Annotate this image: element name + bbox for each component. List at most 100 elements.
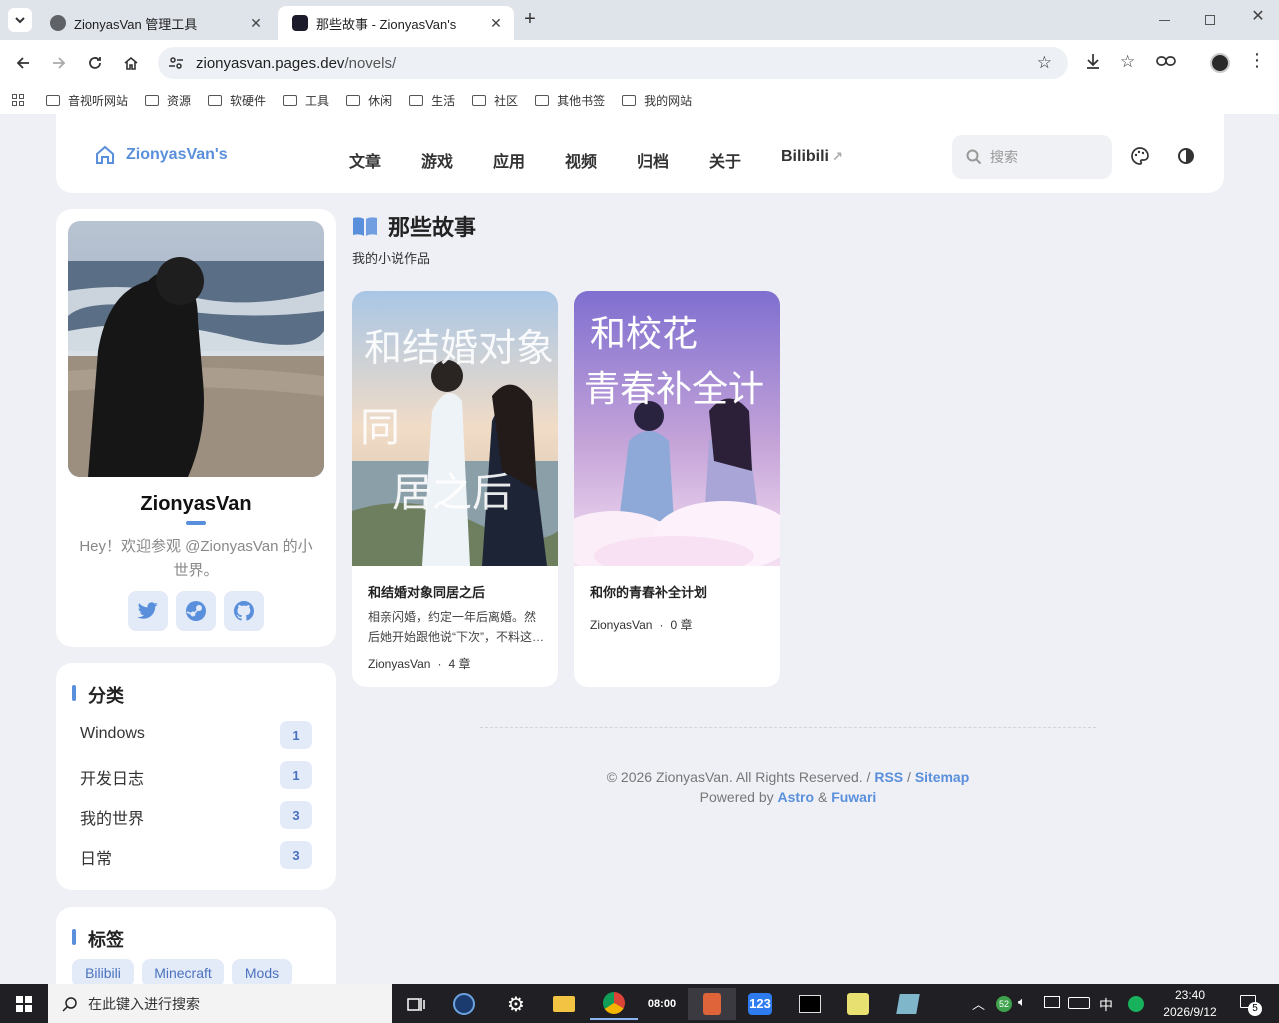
tag-chip[interactable]: Minecraft	[142, 959, 224, 984]
tag-chip[interactable]: Bilibili	[72, 959, 134, 984]
site-navbar: ZionyasVan's 文章 游戏 应用 视频 归档 关于 Bilibili ↗…	[56, 114, 1224, 193]
url-host: zionyasvan.pages.dev	[196, 54, 345, 72]
new-tab-button[interactable]: +	[518, 8, 542, 32]
svg-text:和结婚对象: 和结婚对象	[364, 326, 554, 370]
forward-button[interactable]	[46, 50, 72, 76]
keyboard-icon[interactable]	[1068, 997, 1090, 1009]
restore-button[interactable]	[1198, 8, 1222, 32]
link-icon	[1156, 56, 1176, 66]
share-link-button[interactable]	[1156, 52, 1178, 74]
minimize-button[interactable]	[1152, 8, 1176, 32]
clock-date[interactable]: 2026/9/12	[1150, 1005, 1230, 1019]
nav-apps[interactable]: 应用	[493, 148, 525, 172]
tray-app-icon[interactable]	[1128, 996, 1144, 1012]
pinned-app[interactable]	[688, 988, 736, 1020]
chrome-app[interactable]	[590, 988, 638, 1020]
category-item[interactable]: 日常	[80, 845, 112, 869]
nav-videos[interactable]: 视频	[565, 148, 597, 172]
task-view-button[interactable]	[392, 988, 440, 1020]
tray-overflow-icon[interactable]: ︿	[972, 994, 985, 1013]
close-tab-icon[interactable]: ✕	[486, 15, 506, 32]
novel-card[interactable]: 和校花 青春补全计 和你的青春补全计划 ZionyasVan · 0 章	[574, 291, 780, 687]
novel-meta: ZionyasVan · 0 章	[590, 616, 693, 633]
bookmark-folder[interactable]: 其他书签	[535, 92, 605, 109]
folder-icon	[622, 94, 637, 106]
tab-novels[interactable]: 那些故事 - ZionyasVan's ✕	[278, 6, 514, 40]
start-button[interactable]	[0, 988, 48, 1020]
bookmark-folder[interactable]: 资源	[145, 92, 191, 109]
category-item[interactable]: 开发日志	[80, 765, 144, 789]
site-favicon-icon	[292, 15, 308, 31]
notepad-icon	[847, 993, 869, 1015]
nav-bilibili[interactable]: Bilibili ↗	[781, 148, 843, 166]
reload-button[interactable]	[82, 50, 108, 76]
steam-app[interactable]	[440, 988, 488, 1020]
tag-chip[interactable]: Mods	[232, 959, 292, 984]
nav-games[interactable]: 游戏	[421, 148, 453, 172]
category-item[interactable]: Windows	[80, 725, 145, 743]
bookmark-label: 休闲	[368, 93, 393, 108]
folder-icon	[208, 94, 223, 106]
fuwari-link[interactable]: Fuwari	[831, 789, 876, 805]
bookmark-label: 音视听网站	[68, 93, 129, 108]
palette-button[interactable]	[1130, 146, 1154, 170]
tray-app-badge[interactable]: 52	[996, 996, 1012, 1012]
bookmark-star-icon[interactable]: ☆	[1037, 53, 1052, 73]
tab-admin-tool[interactable]: ZionyasVan 管理工具 ✕	[36, 6, 274, 40]
cloud-123-app[interactable]: 123	[736, 988, 784, 1020]
bookmark-folder[interactable]: 音视听网站	[46, 92, 128, 109]
site-brand[interactable]: ZionyasVan's	[94, 144, 228, 166]
back-button[interactable]	[10, 50, 36, 76]
volume-icon[interactable]: 🔈︎	[1018, 994, 1026, 1010]
novel-card[interactable]: 和结婚对象 同 居之后 和结婚对象同居之后 相亲闪婚，约定一年后离婚。然后她开始…	[352, 291, 558, 687]
profile-avatar[interactable]	[1210, 53, 1230, 73]
home-button[interactable]	[118, 50, 144, 76]
astro-link[interactable]: Astro	[778, 789, 815, 805]
close-window-button[interactable]: ✕	[1246, 6, 1270, 30]
pinned-app[interactable]	[884, 988, 932, 1020]
network-icon[interactable]	[1044, 996, 1060, 1008]
notification-button[interactable]: 5	[1240, 992, 1262, 1016]
nav-bilibili-label: Bilibili	[781, 148, 829, 165]
bookmark-label: 我的网站	[644, 93, 693, 108]
sitemap-link[interactable]: Sitemap	[915, 769, 969, 785]
menu-button[interactable]: ⋮	[1248, 50, 1266, 76]
bookmark-folder[interactable]: 休闲	[346, 92, 392, 109]
terminal-app[interactable]	[786, 988, 834, 1020]
notepad-app[interactable]	[834, 988, 882, 1020]
novel-chapters: 4 章	[448, 657, 471, 671]
app-icon	[896, 994, 920, 1014]
rss-link[interactable]: RSS	[874, 769, 903, 785]
categories-title: 分类	[88, 686, 124, 706]
theme-toggle-button[interactable]	[1176, 146, 1200, 170]
clock-app[interactable]: 08:00	[638, 988, 686, 1020]
address-bar[interactable]: zionyasvan.pages.dev/novels/ ☆	[158, 47, 1068, 79]
github-link[interactable]	[224, 591, 264, 631]
nav-about[interactable]: 关于	[709, 148, 741, 172]
category-item[interactable]: 我的世界	[80, 805, 144, 829]
favorites-button[interactable]: ☆	[1120, 52, 1142, 74]
bookmark-folder[interactable]: 软硬件	[208, 92, 266, 109]
bookmark-folder[interactable]: 生活	[409, 92, 455, 109]
bookmark-folder[interactable]: 我的网站	[622, 92, 692, 109]
nav-archive[interactable]: 归档	[637, 148, 669, 172]
apps-grid-icon[interactable]	[12, 94, 24, 106]
twitter-link[interactable]	[128, 591, 168, 631]
settings-app[interactable]: ⚙	[492, 988, 540, 1020]
bookmark-folder[interactable]: 社区	[472, 92, 518, 109]
ime-indicator[interactable]: 中	[1099, 995, 1113, 1015]
site-info-icon[interactable]	[168, 55, 184, 71]
bookmark-folder[interactable]: 工具	[283, 92, 329, 109]
tab-search-button[interactable]	[8, 8, 32, 32]
file-explorer-app[interactable]	[540, 988, 588, 1020]
clock-time[interactable]: 23:40	[1150, 988, 1230, 1002]
steam-icon	[453, 993, 475, 1015]
category-count: 1	[280, 761, 312, 789]
steam-link[interactable]	[176, 591, 216, 631]
nav-articles[interactable]: 文章	[349, 148, 381, 172]
site-search[interactable]: 搜索	[952, 135, 1112, 179]
download-button[interactable]	[1084, 52, 1106, 74]
taskbar-search[interactable]: 在此键入进行搜索	[48, 984, 392, 1023]
bookmark-label: 生活	[431, 93, 456, 108]
close-tab-icon[interactable]: ✕	[246, 15, 266, 32]
